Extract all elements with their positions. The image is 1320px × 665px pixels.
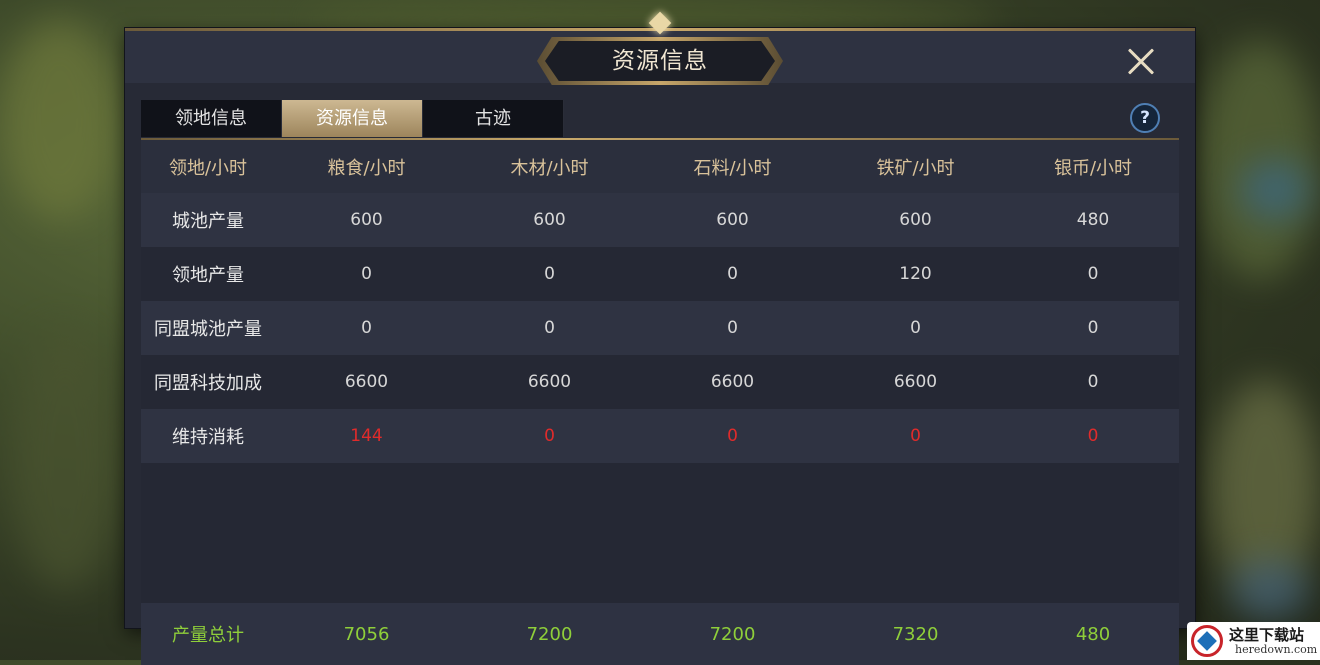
map-background bbox=[10, 330, 120, 590]
tab-relics[interactable]: 古迹 bbox=[423, 100, 564, 137]
column-header: 石料/小时 bbox=[693, 157, 772, 179]
table-cell: 0 bbox=[1087, 372, 1099, 392]
table-row: 城池产量 600 600 600 600 480 bbox=[141, 193, 1179, 247]
map-background bbox=[1240, 160, 1310, 220]
table-cell: 6600 bbox=[527, 372, 572, 392]
table-cell: 144 bbox=[350, 426, 383, 446]
table-cell: 0 bbox=[727, 264, 738, 284]
table-cell: 600 bbox=[533, 210, 566, 230]
column-header: 铁矿/小时 bbox=[876, 157, 955, 179]
row-label: 城池产量 bbox=[172, 211, 244, 232]
table-empty-area bbox=[141, 463, 1179, 603]
table-cell: 6600 bbox=[344, 372, 389, 392]
table-cell: 0 bbox=[727, 426, 738, 446]
table-cell: 0 bbox=[1087, 318, 1099, 338]
table-cell: 600 bbox=[716, 210, 749, 230]
watermark-logo-icon bbox=[1191, 625, 1223, 657]
map-background bbox=[0, 20, 120, 220]
table-cell: 0 bbox=[910, 426, 921, 446]
resource-table: 领地/小时 粮食/小时 木材/小时 石料/小时 铁矿/小时 银币/小时 城池产量… bbox=[141, 140, 1179, 665]
total-cell: 7320 bbox=[892, 623, 939, 645]
column-header: 木材/小时 bbox=[510, 157, 589, 179]
table-cell: 120 bbox=[899, 264, 932, 284]
map-background bbox=[1200, 40, 1320, 280]
column-header: 粮食/小时 bbox=[327, 157, 406, 179]
map-background bbox=[1230, 560, 1310, 620]
table-cell: 0 bbox=[1087, 426, 1099, 446]
table-cell: 0 bbox=[361, 318, 372, 338]
table-cell: 0 bbox=[361, 264, 372, 284]
total-cell: 7200 bbox=[709, 623, 756, 645]
table-cell: 0 bbox=[544, 426, 555, 446]
table-row: 同盟科技加成 6600 6600 6600 6600 0 bbox=[141, 355, 1179, 409]
table-cell: 0 bbox=[544, 264, 555, 284]
help-icon[interactable]: ? bbox=[1130, 103, 1160, 133]
tab-territory-info[interactable]: 领地信息 bbox=[141, 100, 282, 137]
table-cell: 0 bbox=[910, 318, 921, 338]
table-cell: 0 bbox=[544, 318, 555, 338]
total-row: 产量总计 7056 7200 7200 7320 480 bbox=[141, 603, 1179, 665]
table-cell: 480 bbox=[1076, 210, 1110, 230]
dialog-header: 资源信息 bbox=[125, 11, 1195, 85]
row-label: 维持消耗 bbox=[172, 427, 244, 448]
dialog-title: 资源信息 bbox=[612, 48, 708, 74]
table-row: 领地产量 0 0 0 120 0 bbox=[141, 247, 1179, 301]
table-header-row: 领地/小时 粮食/小时 木材/小时 石料/小时 铁矿/小时 银币/小时 bbox=[141, 140, 1179, 193]
table-cell: 6600 bbox=[893, 372, 938, 392]
row-label: 同盟科技加成 bbox=[154, 373, 262, 394]
table-cell: 600 bbox=[899, 210, 932, 230]
watermark: 这里下载站 heredown.com bbox=[1187, 622, 1320, 660]
column-header: 领地/小时 bbox=[168, 157, 248, 179]
close-button[interactable] bbox=[1120, 41, 1162, 83]
tab-bar: 领地信息 资源信息 古迹 bbox=[141, 100, 564, 137]
table-cell: 600 bbox=[350, 210, 383, 230]
table-row: 同盟城池产量 0 0 0 0 0 bbox=[141, 301, 1179, 355]
tab-resource-info[interactable]: 资源信息 bbox=[282, 100, 423, 137]
table-cell: 6600 bbox=[710, 372, 755, 392]
row-label: 同盟城池产量 bbox=[154, 319, 262, 340]
total-cell: 7056 bbox=[343, 623, 390, 645]
row-label: 领地产量 bbox=[172, 265, 244, 286]
row-label: 产量总计 bbox=[172, 625, 244, 646]
total-cell: 7200 bbox=[526, 623, 573, 645]
table-cell: 0 bbox=[1087, 264, 1099, 284]
watermark-subtitle: heredown.com bbox=[1235, 643, 1318, 656]
table-row: 维持消耗 144 0 0 0 0 bbox=[141, 409, 1179, 463]
table-cell: 0 bbox=[727, 318, 738, 338]
watermark-title: 这里下载站 bbox=[1229, 626, 1305, 644]
resource-info-dialog: 资源信息 领地信息 资源信息 古迹 ? 领地/小时 粮食/小时 木材/小时 石料… bbox=[125, 11, 1195, 665]
total-cell: 480 bbox=[1075, 623, 1111, 645]
column-header: 银币/小时 bbox=[1053, 157, 1133, 179]
